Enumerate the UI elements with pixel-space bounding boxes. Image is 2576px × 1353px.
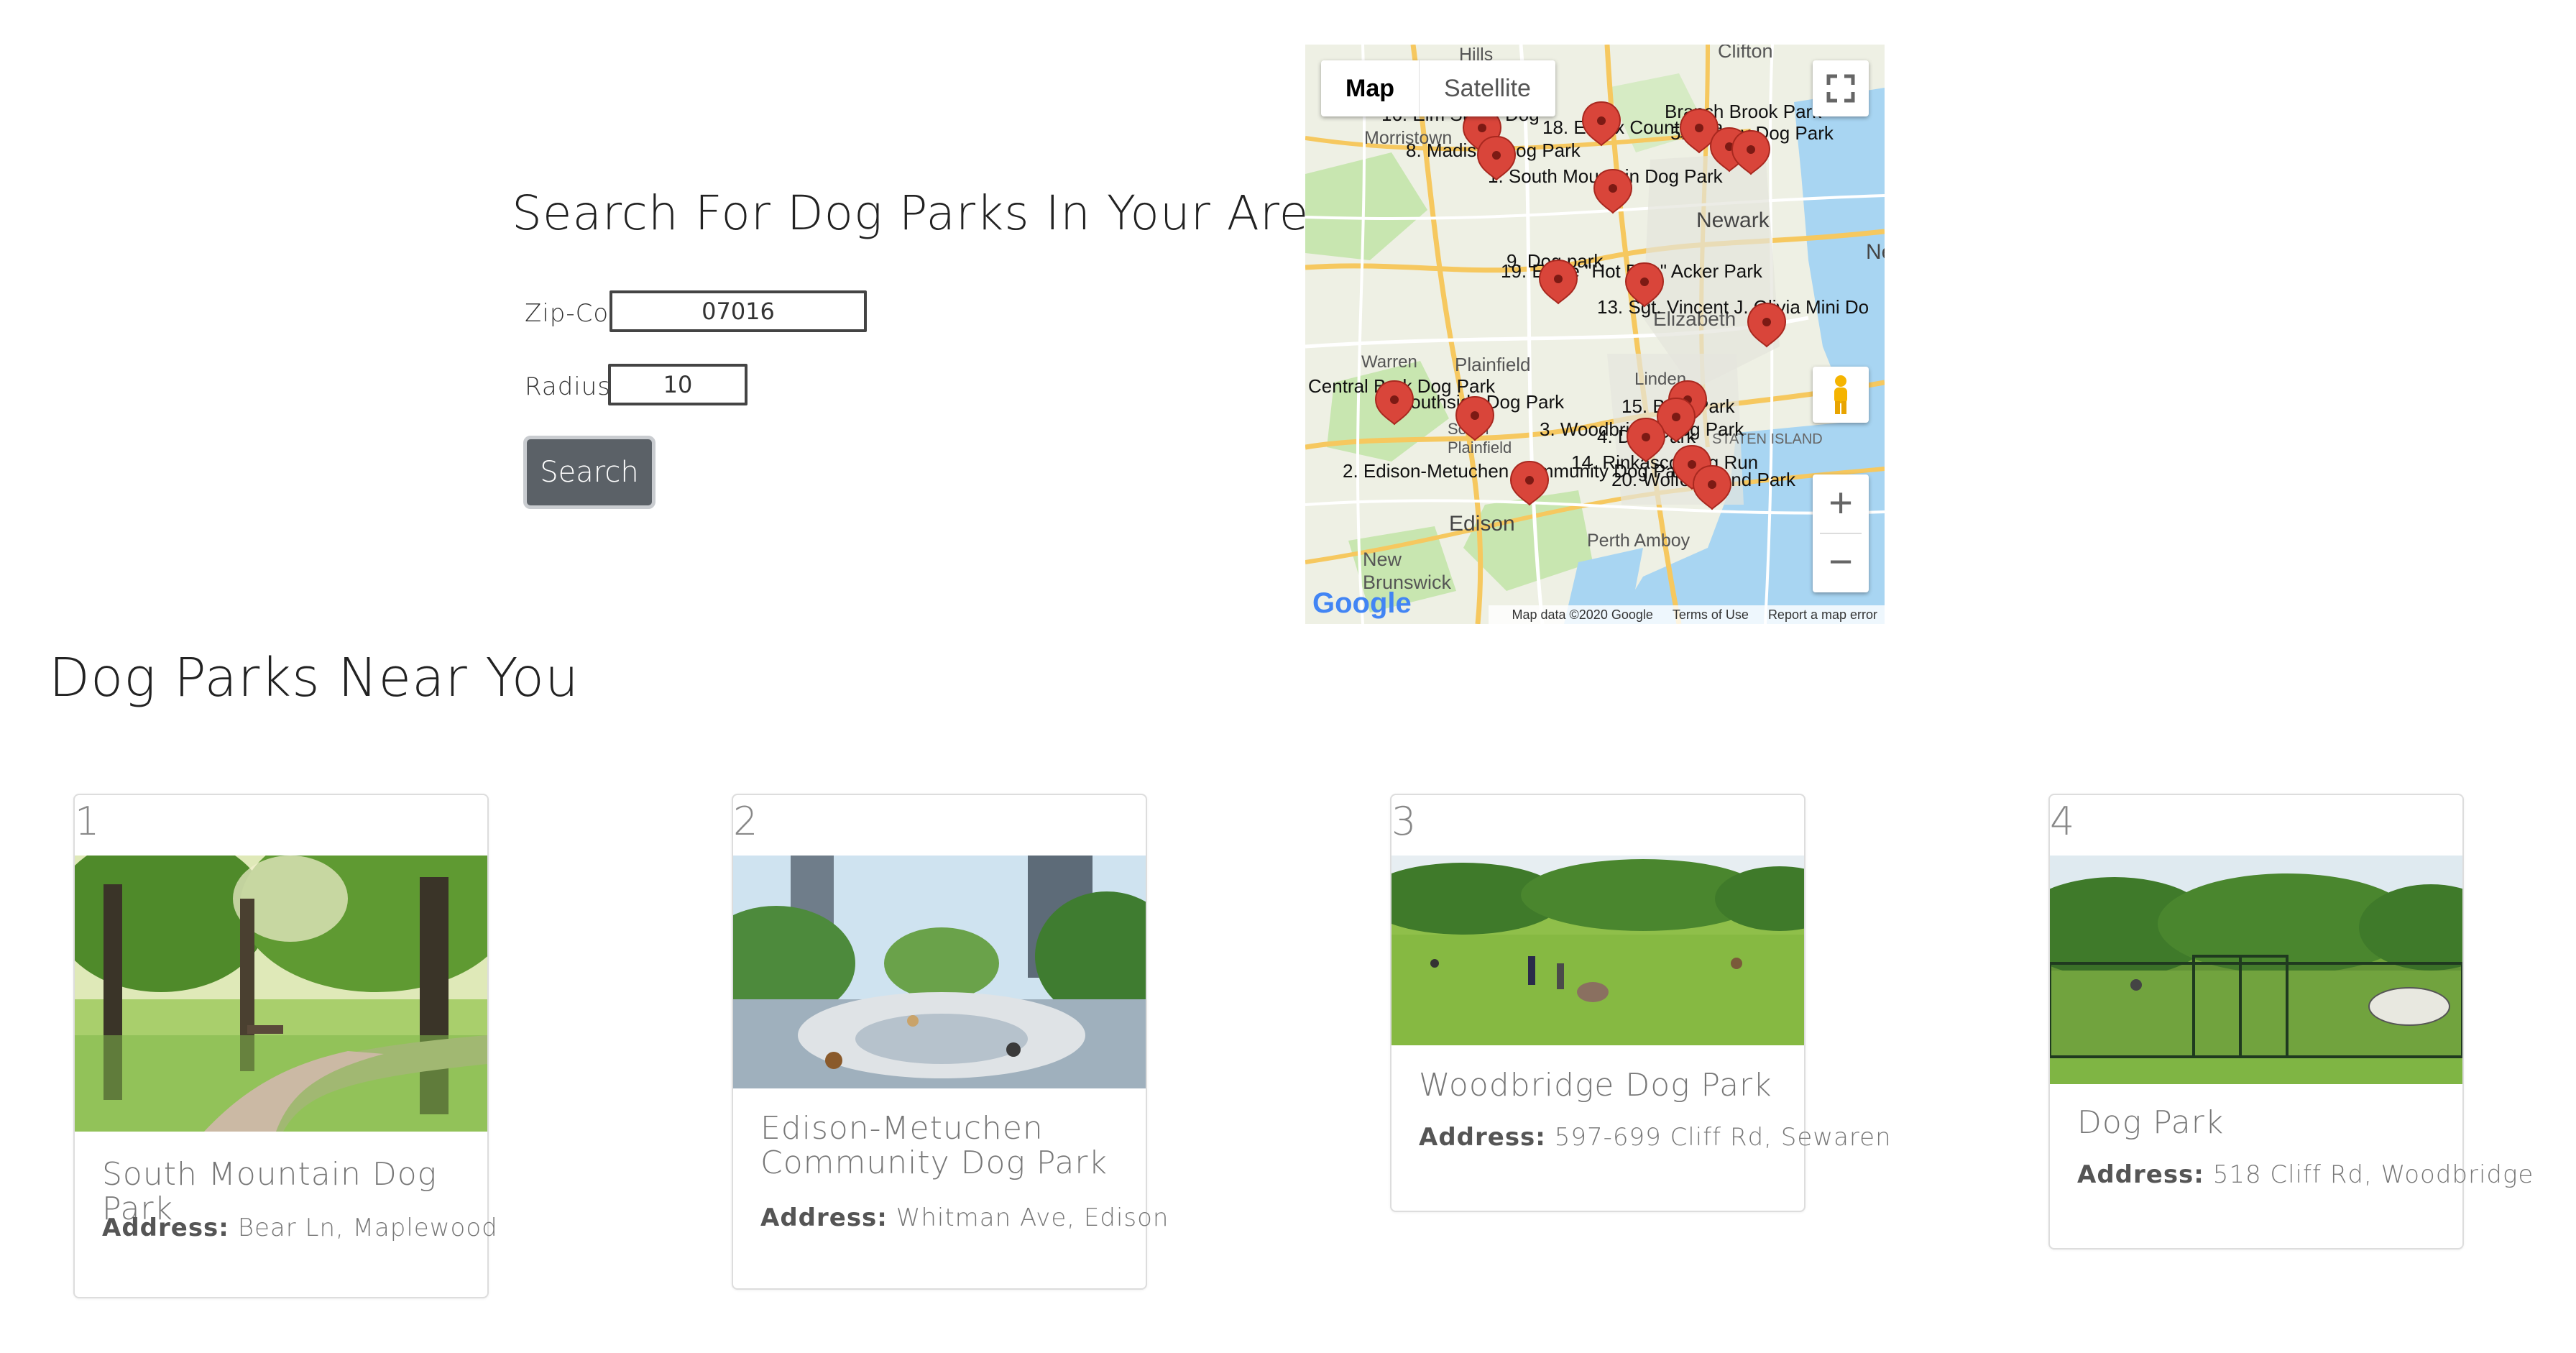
results-title: Dog Parks Near You bbox=[49, 647, 579, 709]
google-logo-text: Google bbox=[1312, 587, 1412, 619]
map-marker bbox=[1510, 461, 1549, 505]
radius-label: Radius: bbox=[525, 372, 620, 401]
map-marker bbox=[1375, 380, 1414, 425]
card-number: 2 bbox=[733, 799, 759, 844]
fullscreen-button[interactable] bbox=[1813, 60, 1869, 116]
zoom-in-button[interactable]: + bbox=[1813, 474, 1869, 532]
map-type-satellite-button[interactable]: Satellite bbox=[1420, 60, 1555, 116]
park-name: Dog Park bbox=[2077, 1104, 2225, 1141]
park-photo bbox=[2050, 856, 2462, 1084]
map-marker bbox=[1477, 136, 1516, 180]
zoom-out-button[interactable]: − bbox=[1813, 535, 1869, 592]
map-markers bbox=[1375, 101, 1786, 510]
park-photo bbox=[75, 856, 487, 1132]
map-type-map-button[interactable]: Map bbox=[1321, 60, 1420, 116]
park-card[interactable]: 4 Dog Park Address: 518 Cliff Rd, Woodbr… bbox=[2048, 794, 2533, 1249]
park-photo bbox=[733, 856, 1146, 1088]
map-marker bbox=[1593, 169, 1632, 214]
map-marker bbox=[1731, 130, 1770, 175]
map-marker bbox=[1582, 101, 1621, 146]
map-marker bbox=[1627, 418, 1665, 462]
map-marker bbox=[1747, 303, 1786, 347]
map-marker bbox=[1625, 262, 1664, 307]
report-map-error-link[interactable]: Report a map error bbox=[1768, 607, 1877, 622]
park-address: Address: Whitman Ave, Edison bbox=[760, 1203, 1169, 1232]
address-value: Whitman Ave, Edison bbox=[896, 1203, 1169, 1232]
card-number: 3 bbox=[1392, 799, 1417, 844]
park-name: Woodbridge Dog Park bbox=[1419, 1067, 1772, 1104]
park-address: Address: 518 Cliff Rd, Woodbridge bbox=[2077, 1160, 2534, 1189]
street-view-pegman-button[interactable] bbox=[1813, 367, 1869, 423]
google-logo: Google bbox=[1312, 587, 1412, 620]
map-data-credit: Map data ©2020 Google bbox=[1512, 607, 1653, 622]
map-marker bbox=[1539, 260, 1578, 304]
search-title: Search For Dog Parks In Your Area bbox=[512, 185, 1339, 241]
park-address: Address: Bear Ln, Maplewood bbox=[102, 1214, 498, 1242]
address-label: Address: bbox=[760, 1203, 888, 1232]
card-number: 1 bbox=[75, 799, 101, 844]
pegman-icon bbox=[1834, 375, 1847, 414]
address-value: 518 Cliff Rd, Woodbridge bbox=[2212, 1160, 2534, 1189]
card-number: 4 bbox=[2050, 799, 2076, 844]
map-marker bbox=[1455, 396, 1494, 441]
address-label: Address: bbox=[102, 1214, 229, 1242]
map-type-control: Map Satellite bbox=[1321, 60, 1555, 116]
address-value: Bear Ln, Maplewood bbox=[237, 1214, 498, 1242]
park-photo bbox=[1392, 856, 1804, 1045]
park-name: Edison-Metuchen Community Dog Park bbox=[760, 1110, 1108, 1181]
terms-of-use-link[interactable]: Terms of Use bbox=[1673, 607, 1749, 622]
address-value: 597-699 Cliff Rd, Sewaren bbox=[1554, 1123, 1892, 1152]
fullscreen-icon bbox=[1826, 74, 1855, 103]
zoom-control: + − bbox=[1813, 474, 1869, 592]
park-card[interactable]: 1 South Mountain Dog Park Address: Bear … bbox=[73, 794, 497, 1298]
park-card[interactable]: 3 Woodbridge Dog Park Address: 597-699 C… bbox=[1390, 794, 1891, 1212]
zip-code-input[interactable] bbox=[610, 290, 867, 332]
search-button[interactable]: Search bbox=[523, 436, 656, 509]
address-label: Address: bbox=[2077, 1160, 2204, 1189]
map-footer: Map data ©2020 Google Terms of Use Repor… bbox=[1489, 605, 1885, 624]
map[interactable]: Hills Clifton Morristown Newark Ne Eliza… bbox=[1305, 45, 1885, 624]
address-label: Address: bbox=[1419, 1123, 1546, 1152]
park-address: Address: 597-699 Cliff Rd, Sewaren bbox=[1419, 1123, 1892, 1152]
map-marker bbox=[1693, 465, 1731, 510]
park-card[interactable]: 2 Edison-Metuchen Community Dog Park Add… bbox=[732, 794, 1168, 1290]
radius-input[interactable] bbox=[608, 364, 748, 405]
